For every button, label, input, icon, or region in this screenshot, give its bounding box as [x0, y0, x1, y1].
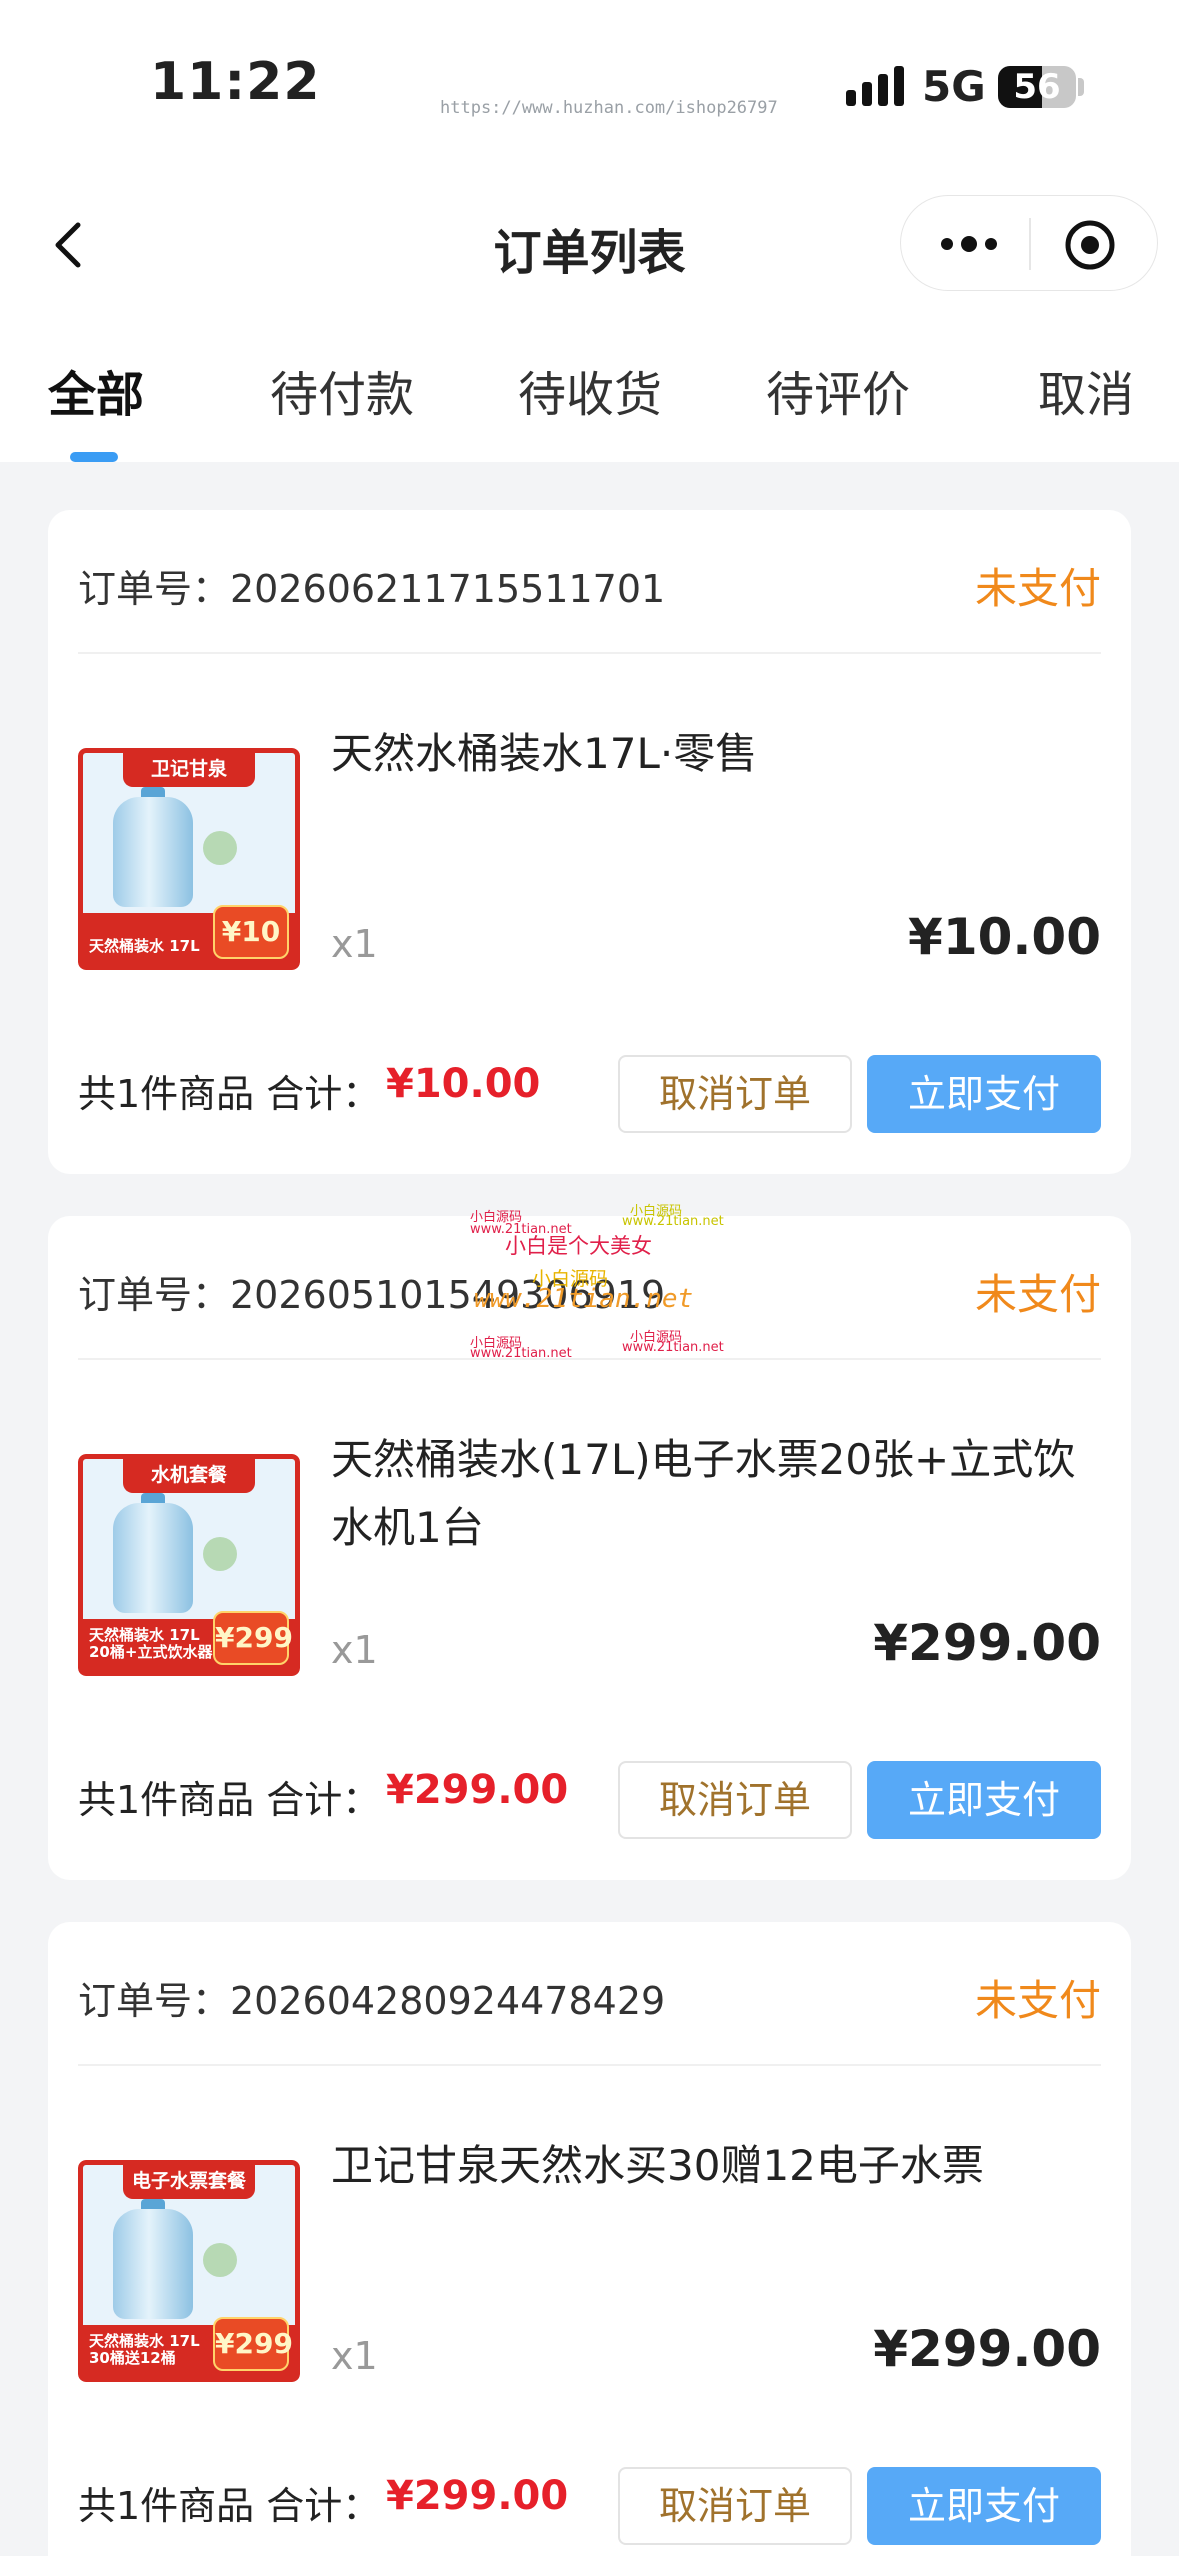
- network-label: 5G: [922, 62, 986, 111]
- tab-indicator: [70, 452, 118, 462]
- close-capsule-icon[interactable]: [1063, 218, 1117, 272]
- image-top-label: 卫记甘泉: [123, 753, 255, 787]
- order-total: ¥10.00: [386, 1061, 541, 1107]
- watermark-text: www.21tian.net: [622, 1340, 724, 1355]
- brand-logo: [203, 2243, 237, 2277]
- product-price: ¥299.00: [873, 2320, 1101, 2378]
- image-top-label: 水机套餐: [123, 1459, 255, 1493]
- water-bottle-image: [113, 2209, 193, 2319]
- product-image[interactable]: 电子水票套餐 天然桶装水 17L 30桶送12桶 ¥299: [78, 2160, 300, 2382]
- pay-now-button[interactable]: 立即支付: [867, 2467, 1101, 2545]
- capsule-divider: [1029, 218, 1031, 270]
- order-card[interactable]: 订单号：202604280924478429 未支付 电子水票套餐 天然桶装水 …: [48, 1922, 1131, 2556]
- product-quantity: x1: [331, 2334, 378, 2378]
- image-band-text: 天然桶装水 17L: [89, 937, 200, 955]
- order-status: 未支付: [974, 1270, 1101, 1319]
- product-image[interactable]: 卫记甘泉 天然桶装水 17L ¥10: [78, 748, 300, 970]
- order-summary: 共1件商品 合计：: [78, 2484, 381, 2528]
- cancel-order-button[interactable]: 取消订单: [618, 2467, 852, 2545]
- product-price: ¥299.00: [873, 1614, 1101, 1672]
- product-image[interactable]: 水机套餐 天然桶装水 17L 20桶+立式饮水器1台 ¥299: [78, 1454, 300, 1676]
- image-top-label: 电子水票套餐: [123, 2165, 255, 2199]
- tab-cancelled[interactable]: 取消: [1038, 355, 1134, 425]
- mini-program-capsule: [900, 195, 1158, 291]
- water-bottle-image: [113, 797, 193, 907]
- image-price-tag: ¥10: [213, 905, 289, 959]
- card-divider: [78, 2064, 1101, 2066]
- image-price-tag: ¥299: [213, 2317, 293, 2371]
- battery-icon: 56: [998, 66, 1076, 108]
- card-divider: [78, 1358, 1101, 1360]
- order-tabs: 全部 待付款 待收货 待评价 取消: [0, 315, 1179, 462]
- tab-pending-review[interactable]: 待评价: [766, 355, 910, 425]
- order-status: 未支付: [974, 564, 1101, 613]
- signal-icon: [846, 66, 906, 106]
- order-card[interactable]: 订单号：202605101549306919 未支付 水机套餐 天然桶装水 17…: [48, 1216, 1131, 1880]
- order-summary: 共1件商品 合计：: [78, 1778, 381, 1822]
- watermark-text: www.21tian.net: [470, 1346, 572, 1361]
- brand-logo: [203, 1537, 237, 1571]
- cancel-order-button[interactable]: 取消订单: [618, 1055, 852, 1133]
- status-time: 11:22: [150, 52, 321, 112]
- order-number: 订单号：202604280924478429: [78, 1979, 666, 2023]
- product-quantity: x1: [331, 1628, 378, 1672]
- brand-logo: [203, 831, 237, 865]
- tab-all[interactable]: 全部: [48, 355, 144, 425]
- order-total: ¥299.00: [386, 1767, 569, 1813]
- url-watermark: https://www.huzhan.com/ishop26797: [440, 98, 778, 118]
- pay-now-button[interactable]: 立即支付: [867, 1761, 1101, 1839]
- order-card[interactable]: 订单号：202606211715511701 未支付 卫记甘泉 天然桶装水 17…: [48, 510, 1131, 1174]
- tab-pending-receipt[interactable]: 待收货: [518, 355, 662, 425]
- battery-text: 56: [1013, 67, 1061, 107]
- status-bar: 11:22 https://www.huzhan.com/ishop26797 …: [0, 0, 1179, 175]
- watermark-text: www.21tian.net: [474, 1284, 694, 1314]
- image-band-text: 天然桶装水 17L 30桶送12桶: [89, 2332, 200, 2367]
- product-quantity: x1: [331, 922, 378, 966]
- tab-pending-payment[interactable]: 待付款: [270, 355, 414, 425]
- card-divider: [78, 652, 1101, 654]
- product-price: ¥10.00: [908, 908, 1101, 966]
- order-summary: 共1件商品 合计：: [78, 1072, 381, 1116]
- watermark-text: www.21tian.net: [622, 1214, 724, 1229]
- watermark-text: 小白是个大美女: [505, 1234, 652, 1258]
- order-number: 订单号：202606211715511701: [78, 567, 666, 611]
- image-price-tag: ¥299: [213, 1611, 293, 1665]
- cancel-order-button[interactable]: 取消订单: [618, 1761, 852, 1839]
- more-icon[interactable]: [937, 220, 1001, 268]
- product-name[interactable]: 天然水桶装水17L·零售: [331, 720, 1101, 788]
- product-name[interactable]: 天然桶装水(17L)电子水票20张+立式饮水机1台: [331, 1426, 1101, 1562]
- order-status: 未支付: [974, 1976, 1101, 2025]
- nav-bar: 订单列表: [0, 175, 1179, 315]
- water-bottle-image: [113, 1503, 193, 1613]
- pay-now-button[interactable]: 立即支付: [867, 1055, 1101, 1133]
- battery-tip: [1078, 78, 1084, 96]
- order-total: ¥299.00: [386, 2473, 569, 2519]
- product-name[interactable]: 卫记甘泉天然水买30赠12电子水票: [331, 2132, 1101, 2200]
